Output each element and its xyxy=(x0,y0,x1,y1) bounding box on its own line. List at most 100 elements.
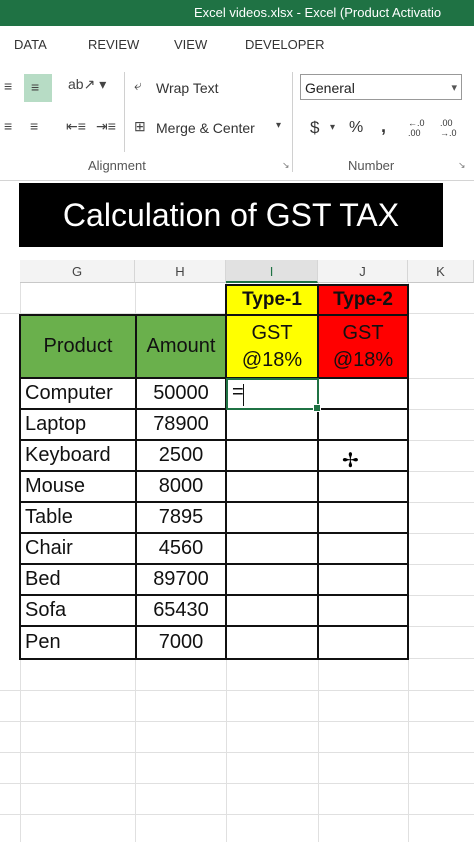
comma-button[interactable]: , xyxy=(381,116,386,137)
product-cell[interactable]: Bed xyxy=(19,563,137,596)
type1-gst-label: GST xyxy=(251,322,293,344)
fill-handle[interactable] xyxy=(313,404,321,412)
type2-cell[interactable] xyxy=(317,377,409,410)
type2-cell[interactable] xyxy=(317,563,409,596)
type1-cell[interactable] xyxy=(225,501,319,534)
amount-cell[interactable]: 8000 xyxy=(135,470,227,503)
tab-view[interactable]: VIEW xyxy=(174,37,207,52)
gridline xyxy=(408,658,474,659)
merge-center-button[interactable]: Merge & Center xyxy=(156,120,255,136)
amount-cell[interactable]: 78900 xyxy=(135,408,227,441)
alignment-group-label: Alignment xyxy=(88,158,146,173)
chevron-down-icon[interactable]: ▾ xyxy=(276,120,281,131)
amount-header[interactable]: Amount xyxy=(135,314,227,379)
product-cell[interactable]: Keyboard xyxy=(19,439,137,472)
type2-cell[interactable] xyxy=(317,439,409,472)
amount-cell[interactable]: 7000 xyxy=(135,625,227,660)
type1-header[interactable]: Type-1 xyxy=(225,284,319,316)
title-banner: Calculation of GST TAX xyxy=(19,183,443,247)
gridline xyxy=(408,378,474,379)
column-header-j[interactable]: J xyxy=(318,260,408,283)
gridline xyxy=(408,471,474,472)
product-cell[interactable]: Mouse xyxy=(19,470,137,503)
gridline xyxy=(0,783,474,784)
separator xyxy=(124,72,125,152)
decrease-indent-icon[interactable]: ⇤≡ xyxy=(66,118,86,135)
gridline xyxy=(408,626,474,627)
product-cell[interactable]: Chair xyxy=(19,532,137,565)
amount-cell[interactable]: 4560 xyxy=(135,532,227,565)
type1-cell[interactable] xyxy=(225,439,319,472)
gridline xyxy=(408,440,474,441)
type2-header[interactable]: Type-2 xyxy=(317,284,409,316)
product-cell[interactable]: Laptop xyxy=(19,408,137,441)
type2-cell[interactable] xyxy=(317,625,409,660)
title-bar: Excel videos.xlsx - Excel (Product Activ… xyxy=(0,0,474,26)
tab-data[interactable]: DATA xyxy=(14,37,47,52)
amount-cell[interactable]: 2500 xyxy=(135,439,227,472)
orientation-icon[interactable]: ab↗ ▾ xyxy=(68,76,106,93)
active-cell[interactable]: = xyxy=(226,378,321,412)
increase-decimal-button[interactable]: ←.0 .00 xyxy=(408,118,436,138)
amount-cell[interactable]: 65430 xyxy=(135,594,227,627)
ribbon-tabs: DATA REVIEW VIEW DEVELOPER xyxy=(0,26,474,62)
column-header-h[interactable]: H xyxy=(135,260,226,283)
number-format-select[interactable]: General ▾ xyxy=(300,74,462,100)
amount-cell[interactable]: 50000 xyxy=(135,377,227,410)
separator xyxy=(292,72,293,172)
number-group-label: Number xyxy=(348,158,395,173)
increase-indent-icon[interactable]: ⇥≡ xyxy=(96,118,116,135)
gridline xyxy=(0,814,474,815)
currency-button[interactable]: $ xyxy=(310,118,319,138)
spreadsheet-grid[interactable]: G H I J K Type-1 Type-2 Product Amount G… xyxy=(0,250,474,842)
window-title: Excel videos.xlsx - Excel (Product Activ… xyxy=(194,5,442,20)
gridline xyxy=(0,690,474,691)
type1-cell[interactable] xyxy=(225,408,319,441)
tab-review[interactable]: REVIEW xyxy=(88,37,139,52)
type1-cell[interactable] xyxy=(225,470,319,503)
product-cell[interactable]: Computer xyxy=(19,377,137,410)
align-center-icon[interactable]: ≡ xyxy=(30,118,38,134)
type2-gst-header[interactable]: GST @18% xyxy=(317,314,409,379)
type1-cell[interactable] xyxy=(225,594,319,627)
dialog-launcher-icon[interactable]: ↘ xyxy=(458,160,466,171)
product-cell[interactable]: Pen xyxy=(19,625,137,660)
type1-cell[interactable] xyxy=(225,625,319,660)
type2-cell[interactable] xyxy=(317,408,409,441)
tab-developer[interactable]: DEVELOPER xyxy=(245,37,324,52)
type2-cell[interactable] xyxy=(317,501,409,534)
align-left-icon[interactable]: ≡ xyxy=(4,118,12,134)
type1-gst-header[interactable]: GST @18% xyxy=(225,314,319,379)
type1-cell[interactable] xyxy=(225,563,319,596)
gridline xyxy=(408,409,474,410)
product-header[interactable]: Product xyxy=(19,314,137,379)
gridline xyxy=(0,313,20,314)
align-top-icon[interactable]: ≡ xyxy=(4,78,12,94)
product-cell[interactable]: Sofa xyxy=(19,594,137,627)
wrap-text-button[interactable]: Wrap Text xyxy=(156,80,219,96)
gridline xyxy=(408,313,474,314)
product-cell[interactable]: Table xyxy=(19,501,137,534)
decrease-decimal-button[interactable]: .00 →.0 xyxy=(440,118,468,138)
amount-cell[interactable]: 7895 xyxy=(135,501,227,534)
gridline xyxy=(408,502,474,503)
type1-gst-rate: @18% xyxy=(241,349,303,371)
chevron-down-icon[interactable]: ▾ xyxy=(330,122,335,133)
chevron-down-icon: ▾ xyxy=(451,82,457,94)
percent-button[interactable]: % xyxy=(349,119,363,137)
column-header-k[interactable]: K xyxy=(408,260,474,283)
dialog-launcher-icon[interactable]: ↘ xyxy=(282,160,290,171)
type2-cell[interactable] xyxy=(317,470,409,503)
gridline xyxy=(0,721,474,722)
amount-cell[interactable]: 89700 xyxy=(135,563,227,596)
type2-cell[interactable] xyxy=(317,594,409,627)
cross-cursor-icon: ✢ xyxy=(342,450,359,472)
number-format-value: General xyxy=(305,80,355,96)
gridline xyxy=(0,752,474,753)
align-middle-button[interactable]: ≡ xyxy=(24,74,52,102)
type2-cell[interactable] xyxy=(317,532,409,565)
column-header-i[interactable]: I xyxy=(226,260,318,283)
type1-cell[interactable] xyxy=(225,532,319,565)
cell-entry: = xyxy=(232,381,244,403)
column-header-g[interactable]: G xyxy=(20,260,135,283)
